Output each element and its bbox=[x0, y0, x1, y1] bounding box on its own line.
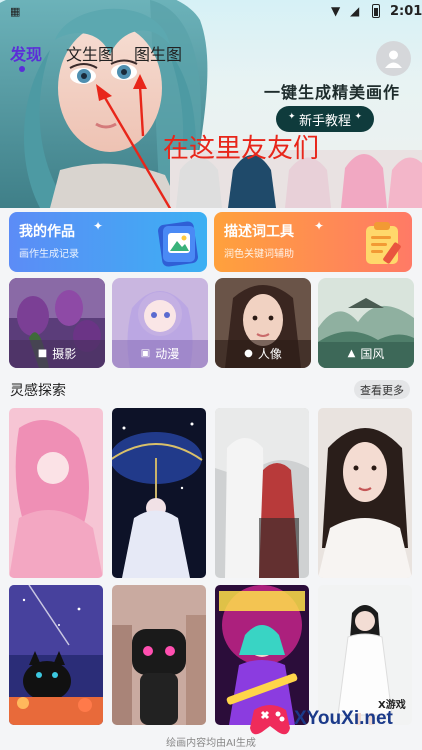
wifi-icon: ▼ bbox=[331, 4, 341, 18]
my-works-title: 我的作品 bbox=[19, 224, 75, 240]
battery-icon bbox=[372, 4, 380, 18]
prompt-tool-card[interactable]: 描述词工具 ✦ 润色关键词辅助 bbox=[214, 212, 412, 272]
gamepad-logo-icon bbox=[250, 705, 290, 735]
style-tile-photography[interactable]: ■ 摄影 bbox=[9, 278, 105, 368]
gallery-image bbox=[112, 585, 206, 725]
gallery-image bbox=[9, 585, 103, 725]
style-label: 动漫 bbox=[155, 347, 180, 361]
annotation-text: 在这里友友们 bbox=[163, 134, 320, 164]
status-bar: ▦ ▼ ◢ 2:01 bbox=[0, 0, 422, 24]
user-avatar-button[interactable] bbox=[376, 41, 411, 76]
style-label: 人像 bbox=[257, 347, 282, 361]
pavilion-icon: ▲ bbox=[347, 348, 356, 359]
sparkle-icon: ✦ bbox=[314, 219, 325, 233]
style-tile-anime[interactable]: ▣ 动漫 bbox=[112, 278, 208, 368]
watermark-site-text: XYouXi.net bbox=[294, 708, 393, 729]
gallery-item[interactable] bbox=[318, 408, 412, 578]
inspiration-title: 灵感探索 bbox=[10, 383, 66, 399]
user-icon bbox=[385, 50, 402, 68]
gallery-item[interactable] bbox=[112, 408, 206, 578]
tab-image-to-image[interactable]: 图生图 bbox=[134, 41, 182, 65]
prompt-tool-subtitle: 润色关键词辅助 bbox=[224, 249, 294, 260]
portrait-icon: ● bbox=[244, 348, 253, 359]
view-more-button[interactable]: 查看更多 bbox=[354, 380, 410, 399]
signal-icon: ◢ bbox=[350, 4, 360, 18]
gallery-image bbox=[112, 408, 206, 578]
gallery-image bbox=[9, 408, 103, 578]
gallery-item[interactable] bbox=[112, 585, 206, 725]
style-label: 摄影 bbox=[52, 347, 77, 361]
hero-illustration bbox=[0, 0, 422, 208]
status-time: 2:01 bbox=[390, 4, 422, 19]
gallery-item[interactable] bbox=[215, 408, 309, 578]
my-works-subtitle: 画作生成记录 bbox=[19, 249, 79, 260]
picture-icon: ▣ bbox=[140, 348, 151, 359]
gallery-item[interactable] bbox=[9, 585, 103, 725]
tab-discover[interactable]: 发现 bbox=[10, 41, 42, 65]
gallery-image bbox=[318, 408, 412, 578]
hero-slogan: 一键生成精美画作 bbox=[264, 83, 401, 102]
style-label: 国风 bbox=[360, 347, 385, 361]
notepad-pencil-icon bbox=[366, 222, 401, 264]
image-icon bbox=[158, 221, 198, 267]
sparkle-icon: ✦ bbox=[288, 112, 296, 122]
tab-text-to-image[interactable]: 文生图 bbox=[66, 41, 114, 65]
watermark: X游戏 XYouXi.net bbox=[248, 690, 418, 746]
my-works-card[interactable]: 我的作品 ✦ 画作生成记录 bbox=[9, 212, 207, 272]
notification-icon: ▦ bbox=[10, 5, 21, 18]
hero-banner[interactable]: ▦ ▼ ◢ 2:01 发现 文生图 图生图 一键生成精美画作 ✦ 新手教程 ✦ … bbox=[0, 0, 422, 208]
video-camera-icon: ■ bbox=[37, 348, 48, 359]
gallery-item[interactable] bbox=[9, 408, 103, 578]
active-tab-indicator bbox=[19, 66, 25, 72]
prompt-tool-title: 描述词工具 bbox=[224, 224, 294, 240]
sparkle-icon: ✦ bbox=[354, 112, 362, 122]
sparkle-icon: ✦ bbox=[93, 219, 104, 233]
gallery-image bbox=[215, 408, 309, 578]
tutorial-button-label: 新手教程 bbox=[298, 113, 351, 129]
style-tile-portrait[interactable]: ● 人像 bbox=[215, 278, 311, 368]
style-tile-chinese-style[interactable]: ▲ 国风 bbox=[318, 278, 414, 368]
